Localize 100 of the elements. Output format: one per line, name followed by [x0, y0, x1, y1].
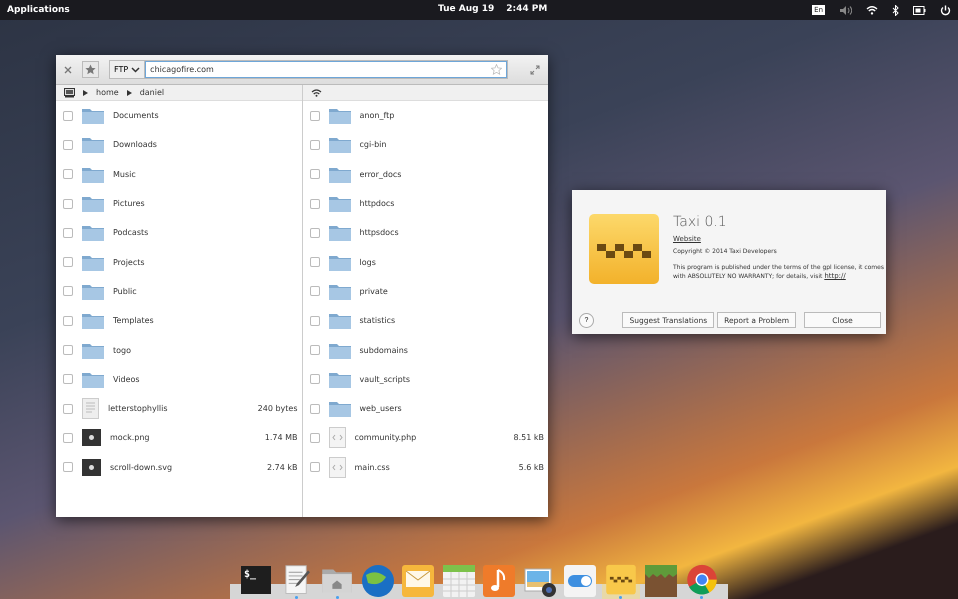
breadcrumb-arrow-icon [126, 90, 132, 96]
code-file-icon [328, 456, 346, 478]
file-size: 2.74 kB [267, 462, 298, 472]
file-name: subdomains [360, 346, 409, 355]
folder-icon [82, 342, 104, 359]
file-name: httpsdocs [360, 228, 400, 238]
bluetooth-icon[interactable] [892, 4, 899, 16]
checkbox[interactable] [63, 140, 73, 150]
battery-icon[interactable] [913, 6, 926, 14]
file-name: scroll-down.svg [110, 462, 174, 472]
checkbox[interactable] [310, 374, 320, 384]
checkbox[interactable] [310, 345, 320, 356]
file-row[interactable]: Public [56, 276, 302, 306]
file-row[interactable]: Music [56, 160, 302, 189]
checkbox[interactable] [310, 432, 320, 443]
checkbox[interactable] [63, 345, 73, 356]
folder-icon [328, 224, 350, 242]
file-name: Downloads [113, 140, 158, 150]
toggle-switch-icon[interactable] [562, 563, 598, 599]
checkbox[interactable] [63, 257, 73, 268]
close-icon[interactable] [64, 66, 72, 74]
file-row[interactable]: private [302, 276, 548, 306]
terminal-icon[interactable]: $_ [241, 566, 271, 594]
file-row[interactable]: anon_ftp [302, 101, 548, 130]
checkbox[interactable] [310, 316, 320, 326]
globe-icon[interactable] [360, 563, 396, 599]
folder-icon [82, 224, 104, 242]
mail-icon[interactable] [400, 563, 436, 599]
wifi-icon[interactable] [866, 5, 878, 15]
checkbox[interactable] [310, 169, 320, 180]
file-row[interactable]: subdomains [302, 335, 548, 365]
checkbox[interactable] [63, 374, 73, 384]
checkbox[interactable] [63, 432, 73, 443]
file-row[interactable]: Documents [56, 101, 302, 130]
checkbox[interactable] [310, 257, 320, 268]
file-row[interactable]: Podcasts [56, 218, 302, 248]
checkbox[interactable] [63, 462, 73, 472]
time-text[interactable]: 2:44 PM [506, 4, 548, 14]
checkbox[interactable] [63, 404, 73, 414]
file-row[interactable]: community.php 8.51 kB [302, 423, 548, 453]
file-row[interactable]: togo [56, 335, 302, 365]
address-field[interactable]: chicagofire.com [145, 61, 507, 78]
checkbox[interactable] [310, 198, 320, 209]
taxi-app-icon [589, 214, 659, 284]
checkbox[interactable] [63, 286, 73, 296]
checkbox[interactable] [310, 404, 320, 414]
file-name: statistics [360, 316, 396, 326]
file-row[interactable]: httpdocs [302, 188, 548, 218]
file-row[interactable]: Videos [56, 364, 302, 394]
file-size: 8.51 kB [514, 433, 544, 442]
checkbox[interactable] [63, 316, 73, 326]
grass-block-icon[interactable] [643, 563, 680, 599]
file-name: logs [360, 258, 377, 267]
checkbox[interactable] [310, 140, 320, 150]
file-name: letterstophyllis [108, 404, 169, 414]
star-icon[interactable] [491, 64, 502, 75]
file-row[interactable]: scroll-down.svg 2.74 kB [56, 452, 302, 482]
file-row[interactable]: mock.png 1.74 MB [56, 423, 302, 453]
file-row[interactable]: logs [302, 247, 548, 277]
file-row[interactable]: statistics [302, 306, 548, 336]
file-row[interactable]: Projects [56, 247, 302, 277]
calendar-icon[interactable] [440, 563, 477, 599]
applications-menu[interactable]: Applications [7, 5, 70, 15]
protocol-dropdown[interactable]: FTP [110, 61, 146, 78]
breadcrumb-item[interactable]: home [96, 88, 119, 97]
image-file-icon [82, 429, 101, 446]
file-size: 5.6 kB [518, 462, 544, 472]
maximize-icon[interactable] [530, 64, 540, 74]
volume-icon[interactable] [839, 4, 852, 16]
checkbox[interactable] [63, 198, 73, 209]
chevron-down-icon [131, 66, 140, 72]
date-text[interactable]: Tue Aug 19 [438, 4, 494, 14]
file-row[interactable]: letterstophyllis 240 bytes [56, 394, 302, 424]
power-icon[interactable] [940, 4, 951, 16]
checkbox[interactable] [310, 228, 320, 238]
file-name: Pictures [113, 199, 146, 208]
folder-icon [82, 282, 104, 300]
breadcrumb-item[interactable]: daniel [140, 88, 164, 97]
file-row[interactable]: main.css 5.6 kB [302, 452, 548, 482]
bookmark-button[interactable] [82, 61, 99, 78]
file-row[interactable]: vault_scripts [302, 364, 548, 394]
checkbox[interactable] [63, 169, 73, 180]
checkbox[interactable] [63, 110, 73, 121]
folder-icon [328, 370, 350, 388]
checkbox[interactable] [310, 110, 320, 121]
file-row[interactable]: Templates [56, 306, 302, 336]
checkbox[interactable] [63, 228, 73, 238]
file-row[interactable]: error_docs [302, 160, 548, 189]
breadcrumb-arrow-icon [83, 90, 88, 96]
checkbox[interactable] [310, 462, 320, 472]
file-row[interactable]: httpsdocs [302, 218, 548, 248]
drive-icon[interactable] [64, 88, 75, 98]
file-row[interactable]: web_users [302, 394, 548, 424]
file-row[interactable]: Downloads [56, 130, 302, 160]
folder-icon [328, 107, 350, 124]
file-name: community.php [354, 433, 418, 442]
file-row[interactable]: Pictures [56, 188, 302, 218]
file-name: Projects [113, 258, 146, 267]
file-row[interactable]: cgi-bin [302, 130, 548, 160]
checkbox[interactable] [310, 286, 320, 296]
